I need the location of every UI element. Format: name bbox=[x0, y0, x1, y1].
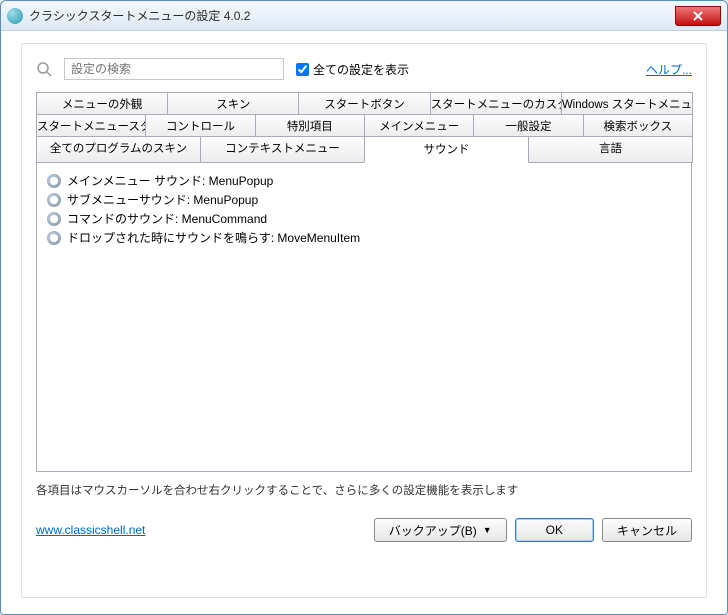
item-label: ドロップされた時にサウンドを鳴らす: MoveMenuItem bbox=[67, 229, 360, 246]
tab-search-box[interactable]: 検索ボックス bbox=[583, 114, 693, 137]
tabs: メニューの外観 スキン スタートボタン スタートメニューのカスタマイズ Wind… bbox=[36, 92, 692, 163]
tab-context-menu[interactable]: コンテキストメニュー bbox=[200, 136, 365, 163]
gear-icon bbox=[47, 174, 61, 188]
tab-all-programs-skin[interactable]: 全てのプログラムのスキン bbox=[36, 136, 201, 163]
tab-skin[interactable]: スキン bbox=[167, 92, 299, 115]
list-item[interactable]: サブメニューサウンド: MenuPopup bbox=[47, 190, 681, 209]
tab-appearance[interactable]: メニューの外観 bbox=[36, 92, 168, 115]
window-title: クラシックスタートメニューの設定 4.0.2 bbox=[29, 7, 250, 24]
tab-special[interactable]: 特別項目 bbox=[255, 114, 365, 137]
cancel-button[interactable]: キャンセル bbox=[602, 518, 692, 542]
settings-window: クラシックスタートメニューの設定 4.0.2 全ての設定を表示 ヘルプ... メ… bbox=[0, 0, 728, 615]
close-button[interactable] bbox=[675, 6, 721, 26]
gear-icon bbox=[47, 193, 61, 207]
item-label: サブメニューサウンド: MenuPopup bbox=[67, 191, 258, 208]
website-link[interactable]: www.classicshell.net bbox=[36, 523, 145, 537]
item-label: メインメニュー サウンド: MenuPopup bbox=[67, 172, 273, 189]
chevron-down-icon: ▼ bbox=[483, 525, 492, 535]
settings-list: メインメニュー サウンド: MenuPopup サブメニューサウンド: Menu… bbox=[36, 162, 692, 472]
list-item[interactable]: メインメニュー サウンド: MenuPopup bbox=[47, 171, 681, 190]
footer: www.classicshell.net バックアップ(B) ▼ OK キャンセ… bbox=[36, 518, 692, 542]
show-all-input[interactable] bbox=[296, 63, 309, 76]
list-item[interactable]: ドロップされた時にサウンドを鳴らす: MoveMenuItem bbox=[47, 228, 681, 247]
show-all-label: 全ての設定を表示 bbox=[313, 61, 409, 78]
tab-row-3: 全てのプログラムのスキン コンテキストメニュー サウンド 言語 bbox=[36, 136, 692, 163]
tab-row-2: スタートメニュースタイル コントロール 特別項目 メインメニュー 一般設定 検索… bbox=[36, 114, 692, 137]
tab-row-1: メニューの外観 スキン スタートボタン スタートメニューのカスタマイズ Wind… bbox=[36, 92, 692, 115]
tab-control[interactable]: コントロール bbox=[145, 114, 255, 137]
tab-start-button[interactable]: スタートボタン bbox=[298, 92, 430, 115]
close-icon bbox=[693, 11, 703, 21]
help-link[interactable]: ヘルプ... bbox=[646, 61, 692, 78]
tab-style[interactable]: スタートメニュースタイル bbox=[36, 114, 146, 137]
hint-text: 各項目はマウスカーソルを合わせ右クリックすることで、さらに多くの設定機能を表示し… bbox=[36, 482, 692, 498]
tab-sound[interactable]: サウンド bbox=[364, 136, 529, 163]
tab-general[interactable]: 一般設定 bbox=[473, 114, 583, 137]
app-icon bbox=[7, 8, 23, 24]
list-item[interactable]: コマンドのサウンド: MenuCommand bbox=[47, 209, 681, 228]
titlebar: クラシックスタートメニューの設定 4.0.2 bbox=[1, 1, 727, 31]
content-inner: 全ての設定を表示 ヘルプ... メニューの外観 スキン スタートボタン スタート… bbox=[21, 43, 707, 598]
tab-language[interactable]: 言語 bbox=[528, 136, 693, 163]
tab-windows-start[interactable]: Windows スタートメニュー bbox=[561, 92, 693, 115]
tab-main-menu[interactable]: メインメニュー bbox=[364, 114, 474, 137]
backup-label: バックアップ(B) bbox=[389, 522, 477, 539]
backup-button[interactable]: バックアップ(B) ▼ bbox=[374, 518, 507, 542]
item-label: コマンドのサウンド: MenuCommand bbox=[67, 210, 267, 227]
content-area: 全ての設定を表示 ヘルプ... メニューの外観 スキン スタートボタン スタート… bbox=[1, 31, 727, 614]
ok-button[interactable]: OK bbox=[515, 518, 594, 542]
gear-icon bbox=[47, 212, 61, 226]
search-icon bbox=[36, 61, 52, 77]
search-row: 全ての設定を表示 ヘルプ... bbox=[36, 58, 692, 80]
gear-icon bbox=[47, 231, 61, 245]
search-input[interactable] bbox=[64, 58, 284, 80]
show-all-checkbox[interactable]: 全ての設定を表示 bbox=[296, 61, 409, 78]
tab-customize[interactable]: スタートメニューのカスタマイズ bbox=[430, 92, 562, 115]
